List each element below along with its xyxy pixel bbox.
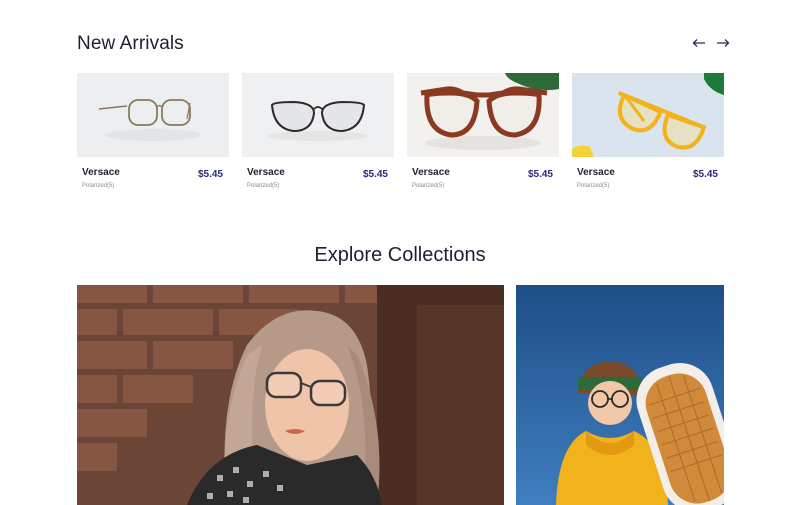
- product-image[interactable]: [77, 73, 229, 157]
- product-card[interactable]: Versace Polarized(5) $5.45: [242, 73, 394, 198]
- new-arrivals-title: New Arrivals: [77, 33, 184, 54]
- product-subtitle: Polarized(5): [247, 183, 280, 189]
- product-card[interactable]: Versace Polarized(5) $5.45: [77, 73, 229, 198]
- product-carousel: Versace Polarized(5) $5.45 Versace Polar…: [77, 73, 724, 198]
- product-image[interactable]: [242, 73, 394, 157]
- carousel-controls: [692, 36, 730, 50]
- arrow-right-icon[interactable]: [716, 36, 730, 50]
- product-subtitle: Polarized(5): [577, 183, 610, 189]
- product-card[interactable]: Versace Polarized(5) $5.45: [407, 73, 559, 198]
- product-brand[interactable]: Versace: [82, 167, 120, 178]
- product-price: $5.45: [362, 169, 388, 180]
- collection-image-winter-man[interactable]: [516, 285, 724, 505]
- product-subtitle: Polarized(5): [82, 183, 115, 189]
- product-price: $5.45: [197, 169, 223, 180]
- product-price: $5.45: [527, 169, 553, 180]
- collection-image-woman-brick[interactable]: [77, 285, 504, 505]
- product-image[interactable]: [407, 73, 559, 157]
- explore-collections-title: Explore Collections: [314, 244, 486, 266]
- product-brand[interactable]: Versace: [247, 167, 285, 178]
- arrow-left-icon[interactable]: [692, 36, 706, 50]
- product-subtitle: Polarized(5): [412, 183, 445, 189]
- product-brand[interactable]: Versace: [412, 167, 450, 178]
- product-brand[interactable]: Versace: [577, 167, 615, 178]
- product-card[interactable]: Versace Polarized(5) $5.45: [572, 73, 724, 198]
- product-price: $5.45: [692, 169, 718, 180]
- product-image[interactable]: [572, 73, 724, 157]
